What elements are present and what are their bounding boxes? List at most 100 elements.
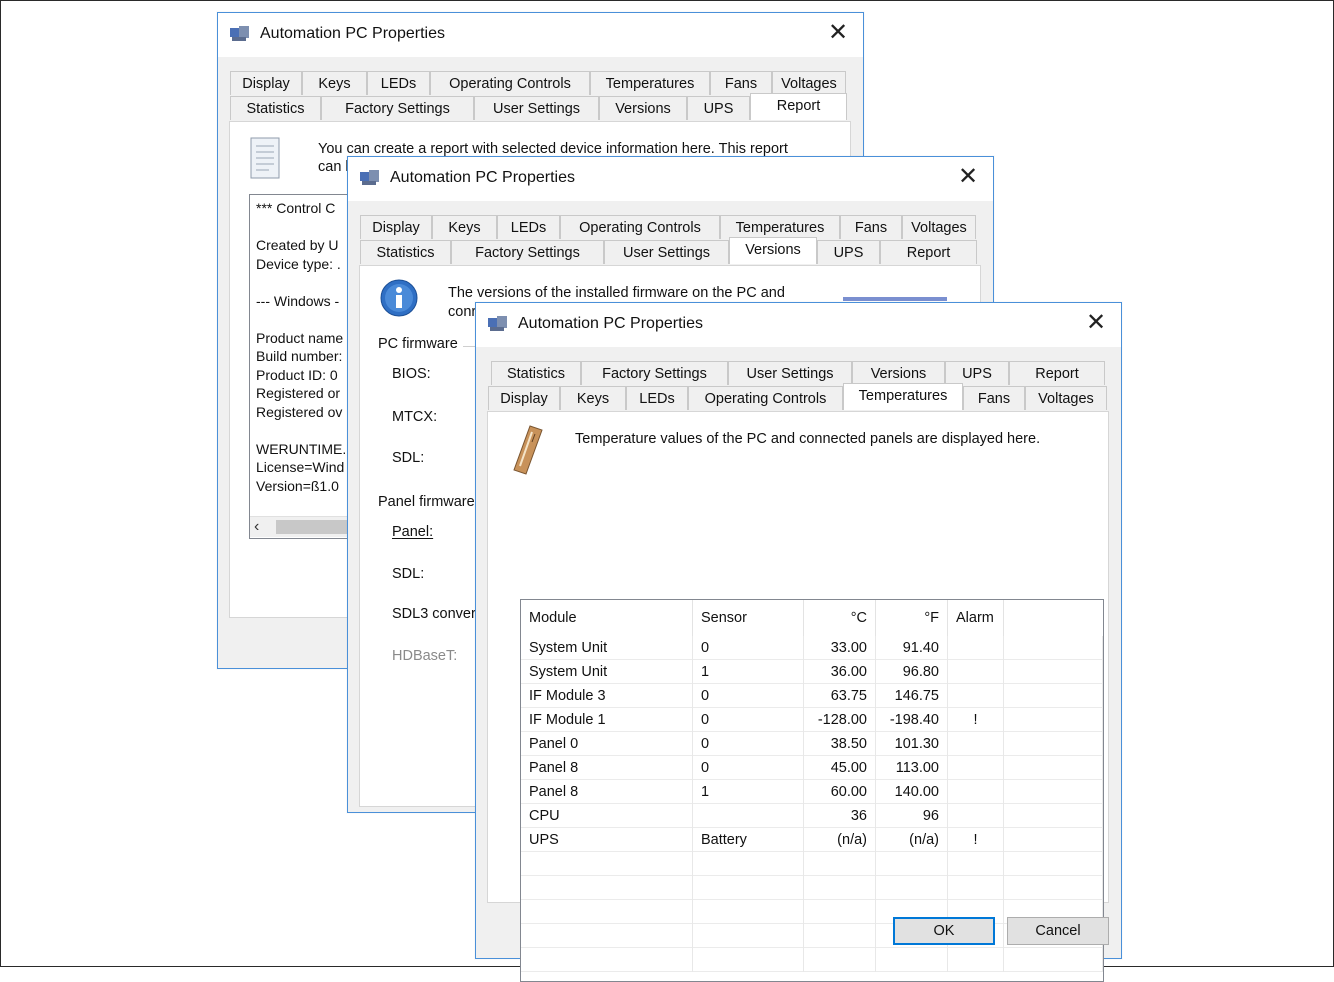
tab-versions[interactable]: Versions bbox=[729, 237, 817, 264]
tab-display[interactable]: Display bbox=[360, 215, 432, 239]
tab-operating-controls[interactable]: Operating Controls bbox=[430, 71, 590, 95]
module-cell: Panel 0 bbox=[521, 732, 693, 756]
ok-button[interactable]: OK bbox=[893, 917, 995, 945]
tab-factory-settings[interactable]: Factory Settings bbox=[581, 361, 728, 385]
tab-voltages[interactable]: Voltages bbox=[1025, 386, 1107, 410]
horizontal-scrollbar[interactable]: ‹ bbox=[250, 516, 360, 537]
tab-report[interactable]: Report bbox=[750, 93, 847, 120]
scroll-left-icon[interactable]: ‹ bbox=[254, 517, 259, 537]
module-cell: Panel 8 bbox=[521, 780, 693, 804]
celsius-cell: 33.00 bbox=[804, 636, 876, 660]
tab-fans[interactable]: Fans bbox=[840, 215, 902, 239]
tab-fans[interactable]: Fans bbox=[710, 71, 772, 95]
fahrenheit-cell: 140.00 bbox=[876, 780, 948, 804]
tab-voltages[interactable]: Voltages bbox=[902, 215, 976, 239]
spacer-cell bbox=[1004, 948, 1103, 972]
module-cell bbox=[521, 876, 693, 900]
tab-operating-controls[interactable]: Operating Controls bbox=[560, 215, 720, 239]
module-cell: IF Module 1 bbox=[521, 708, 693, 732]
app-icon bbox=[488, 316, 507, 331]
close-button[interactable]: ✕ bbox=[955, 164, 981, 190]
celsius-cell bbox=[804, 852, 876, 876]
celsius-cell bbox=[804, 876, 876, 900]
tab-leds[interactable]: LEDs bbox=[367, 71, 430, 95]
tab-user-settings[interactable]: User Settings bbox=[474, 96, 599, 120]
report-document-icon bbox=[250, 137, 280, 179]
tab-display[interactable]: Display bbox=[488, 386, 560, 410]
report-line: Product ID: 0 bbox=[256, 366, 338, 383]
tab-user-settings[interactable]: User Settings bbox=[728, 361, 852, 385]
tab-versions[interactable]: Versions bbox=[852, 361, 945, 385]
tab-factory-settings[interactable]: Factory Settings bbox=[451, 240, 604, 264]
panel-sdl-label: SDL: bbox=[392, 566, 425, 582]
table-row[interactable] bbox=[521, 876, 1103, 900]
cancel-button[interactable]: Cancel bbox=[1007, 917, 1109, 945]
tab-display[interactable]: Display bbox=[230, 71, 302, 95]
tab-ups[interactable]: UPS bbox=[817, 240, 880, 264]
tab-statistics[interactable]: Statistics bbox=[360, 240, 451, 264]
tab-statistics[interactable]: Statistics bbox=[491, 361, 581, 385]
fahrenheit-cell bbox=[876, 948, 948, 972]
table-row[interactable]: CPU 36 96 bbox=[521, 804, 1103, 828]
table-row[interactable]: System Unit 1 36.00 96.80 bbox=[521, 660, 1103, 684]
spacer-cell bbox=[1004, 708, 1103, 732]
spacer-cell bbox=[1004, 780, 1103, 804]
tab-keys[interactable]: Keys bbox=[560, 386, 626, 410]
tab-leds[interactable]: LEDs bbox=[497, 215, 560, 239]
app-icon bbox=[360, 170, 379, 185]
tab-report[interactable]: Report bbox=[880, 240, 977, 264]
tab-statistics[interactable]: Statistics bbox=[230, 96, 321, 120]
tab-page-temperatures: Temperature values of the PC and connect… bbox=[487, 411, 1109, 982]
tab-keys[interactable]: Keys bbox=[432, 215, 497, 239]
report-description-1: You can create a report with selected de… bbox=[318, 141, 788, 157]
spacer-cell bbox=[1004, 756, 1103, 780]
table-header: Module Sensor °C °F Alarm bbox=[521, 600, 1103, 636]
module-cell: Panel 8 bbox=[521, 756, 693, 780]
table-row[interactable]: Panel 0 0 38.50 101.30 bbox=[521, 732, 1103, 756]
table-row[interactable]: Panel 8 1 60.00 140.00 bbox=[521, 780, 1103, 804]
table-row[interactable]: System Unit 0 33.00 91.40 bbox=[521, 636, 1103, 660]
close-button[interactable]: ✕ bbox=[825, 20, 851, 46]
fahrenheit-cell: 146.75 bbox=[876, 684, 948, 708]
tab-fans[interactable]: Fans bbox=[963, 386, 1025, 410]
close-button[interactable]: ✕ bbox=[1083, 310, 1109, 336]
report-line: Registered ov bbox=[256, 403, 343, 420]
tab-keys[interactable]: Keys bbox=[302, 71, 367, 95]
tab-report[interactable]: Report bbox=[1009, 361, 1105, 385]
column-header-sensor[interactable]: Sensor bbox=[693, 600, 804, 636]
tab-factory-settings[interactable]: Factory Settings bbox=[321, 96, 474, 120]
table-row[interactable] bbox=[521, 852, 1103, 876]
alarm-cell bbox=[948, 780, 1004, 804]
tab-versions[interactable]: Versions bbox=[599, 96, 687, 120]
column-header-celsius[interactable]: °C bbox=[804, 600, 876, 636]
tab-operating-controls[interactable]: Operating Controls bbox=[688, 386, 843, 410]
tab-ups[interactable]: UPS bbox=[687, 96, 750, 120]
progress-stripe bbox=[843, 297, 947, 301]
tab-temperatures[interactable]: Temperatures bbox=[720, 215, 840, 239]
tab-voltages[interactable]: Voltages bbox=[772, 71, 846, 95]
dialog-title: Automation PC Properties bbox=[518, 315, 703, 332]
table-row[interactable]: IF Module 1 0 -128.00 -198.40! bbox=[521, 708, 1103, 732]
tab-temperatures[interactable]: Temperatures bbox=[590, 71, 710, 95]
panel-firmware-label: Panel firmware bbox=[378, 494, 475, 510]
table-row[interactable]: UPS Battery (n/a) (n/a)! bbox=[521, 828, 1103, 852]
title-bar: Automation PC Properties ✕ bbox=[218, 13, 863, 57]
table-row[interactable]: IF Module 3 0 63.75 146.75 bbox=[521, 684, 1103, 708]
module-cell: System Unit bbox=[521, 660, 693, 684]
celsius-cell bbox=[804, 900, 876, 924]
tab-leds[interactable]: LEDs bbox=[626, 386, 688, 410]
column-header-fahrenheit[interactable]: °F bbox=[876, 600, 948, 636]
column-header-alarm[interactable]: Alarm bbox=[948, 600, 1004, 636]
table-row[interactable]: Panel 8 0 45.00 113.00 bbox=[521, 756, 1103, 780]
sensor-cell bbox=[693, 804, 804, 828]
table-row[interactable] bbox=[521, 948, 1103, 972]
tab-temperatures[interactable]: Temperatures bbox=[843, 383, 963, 410]
column-header-module[interactable]: Module bbox=[521, 600, 693, 636]
versions-description-2: conr bbox=[448, 304, 477, 320]
tab-ups[interactable]: UPS bbox=[945, 361, 1009, 385]
report-line: Registered or bbox=[256, 385, 341, 401]
sensor-cell: 0 bbox=[693, 636, 804, 660]
report-text-box[interactable]: *** Control C Created by U Device type: . -… bbox=[249, 194, 361, 539]
tab-user-settings[interactable]: User Settings bbox=[604, 240, 729, 264]
alarm-cell: ! bbox=[948, 828, 1004, 852]
